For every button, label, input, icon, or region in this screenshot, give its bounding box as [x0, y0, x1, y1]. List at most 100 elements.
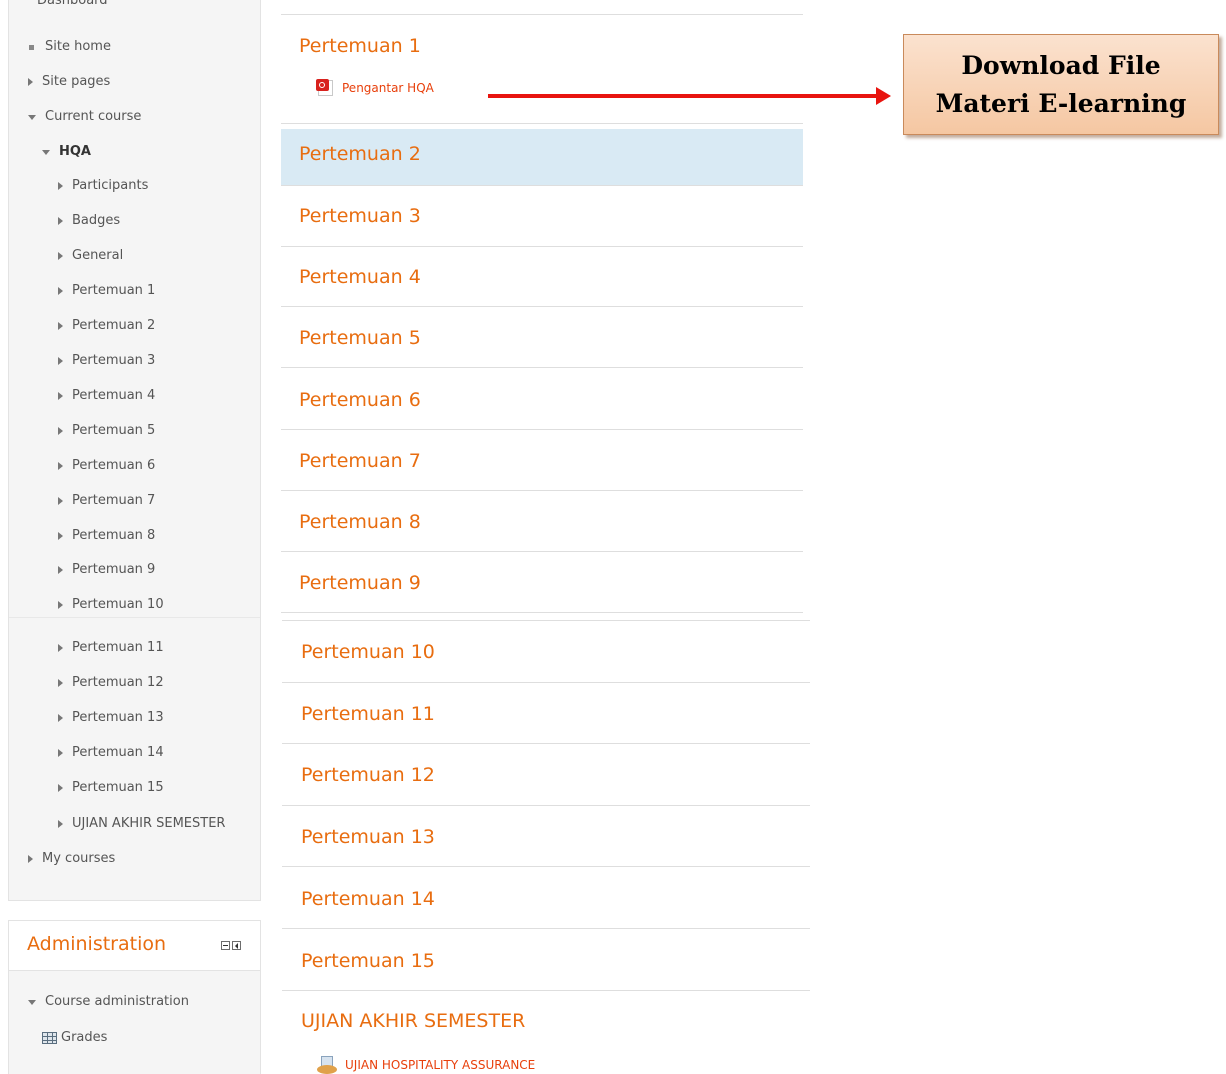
collapsed-triangle-icon — [58, 322, 63, 330]
nav-item-label: Pertemuan 7 — [72, 493, 156, 508]
section-divider — [281, 185, 803, 186]
section-title-pertemuan-12[interactable]: Pertemuan 12 — [301, 764, 435, 786]
nav-item-pertemuan-13[interactable]: Pertemuan 13 — [58, 708, 164, 728]
expanded-triangle-icon — [28, 114, 36, 120]
pdf-icon — [316, 79, 333, 96]
admin-item-course-administration[interactable]: Course administration — [28, 992, 189, 1012]
collapse-block-icon[interactable] — [221, 941, 230, 950]
nav-item-pertemuan-14[interactable]: Pertemuan 14 — [58, 743, 164, 763]
collapsed-triangle-icon — [58, 462, 63, 470]
nav-item-pertemuan-5[interactable]: Pertemuan 5 — [58, 421, 155, 441]
nav-item-label: Pertemuan 1 — [72, 283, 156, 298]
section-title-pertemuan-5[interactable]: Pertemuan 5 — [299, 327, 421, 349]
section-title-pertemuan-14[interactable]: Pertemuan 14 — [301, 888, 435, 910]
section-title-pertemuan-2[interactable]: Pertemuan 2 — [299, 143, 421, 165]
nav-item-pertemuan-9[interactable]: Pertemuan 9 — [58, 560, 155, 580]
nav-item-general[interactable]: General — [58, 246, 123, 266]
admin-item-label: Grades — [61, 1030, 108, 1045]
nav-item-pertemuan-15[interactable]: Pertemuan 15 — [58, 778, 164, 798]
section-title-pertemuan-3[interactable]: Pertemuan 3 — [299, 205, 421, 227]
collapsed-triangle-icon — [58, 601, 63, 609]
nav-item-my-courses[interactable]: My courses — [28, 849, 115, 869]
activity-label: Pengantar HQA — [342, 81, 434, 95]
nav-item-label: Pertemuan 5 — [72, 423, 156, 438]
callout-line-2: Materi E-learning — [935, 88, 1187, 118]
section-divider — [281, 612, 803, 613]
admin-item-grades[interactable]: Grades — [42, 1028, 107, 1048]
section-title-pertemuan-7[interactable]: Pertemuan 7 — [299, 450, 421, 472]
nav-item-participants[interactable]: Participants — [58, 176, 148, 196]
nav-item-pertemuan-2[interactable]: Pertemuan 2 — [58, 316, 155, 336]
nav-item-label: Participants — [72, 178, 149, 193]
section-title-pertemuan-15[interactable]: Pertemuan 15 — [301, 950, 435, 972]
nav-item-current-course[interactable]: Current course — [28, 107, 141, 127]
section-title-pertemuan-10[interactable]: Pertemuan 10 — [301, 641, 435, 663]
section-title-pertemuan-11[interactable]: Pertemuan 11 — [301, 703, 435, 725]
nav-item-label: Pertemuan 12 — [72, 675, 164, 690]
expanded-triangle-icon — [42, 149, 50, 155]
block-controls — [221, 941, 241, 950]
nav-item-badges[interactable]: Badges — [58, 211, 120, 231]
collapsed-triangle-icon — [58, 566, 63, 574]
section-divider — [282, 928, 810, 929]
nav-item-label: Pertemuan 15 — [72, 780, 164, 795]
section-title-pertemuan-13[interactable]: Pertemuan 13 — [301, 826, 435, 848]
nav-item-pertemuan-10[interactable]: Pertemuan 10 — [58, 595, 164, 615]
collapsed-triangle-icon — [58, 427, 63, 435]
quiz-icon — [317, 1056, 337, 1074]
collapsed-triangle-icon — [58, 644, 63, 652]
section-divider — [282, 990, 810, 991]
collapsed-triangle-icon — [58, 784, 63, 792]
section-title-pertemuan-9[interactable]: Pertemuan 9 — [299, 572, 421, 594]
bullet-icon — [29, 44, 34, 50]
section-title-pertemuan-6[interactable]: Pertemuan 6 — [299, 389, 421, 411]
callout-line-1: Download File — [961, 50, 1161, 80]
section-title-pertemuan-1[interactable]: Pertemuan 1 — [299, 35, 421, 57]
nav-item-pertemuan-1[interactable]: Pertemuan 1 — [58, 281, 155, 301]
collapsed-triangle-icon — [58, 287, 63, 295]
section-title-pertemuan-4[interactable]: Pertemuan 4 — [299, 266, 421, 288]
nav-item-label: Site pages — [42, 74, 111, 89]
collapsed-triangle-icon — [58, 357, 63, 365]
nav-item-hqa[interactable]: HQA — [42, 142, 91, 162]
nav-item-label: Badges — [72, 213, 121, 228]
navigation-block: Dashboard — [8, 0, 261, 901]
activity-link[interactable]: UJIAN HOSPITALITY ASSURANCE — [317, 1056, 535, 1074]
administration-header: Administration — [9, 921, 260, 971]
nav-item-label: Pertemuan 2 — [72, 318, 156, 333]
nav-item-label: Pertemuan 6 — [72, 458, 156, 473]
nav-item-pertemuan-12[interactable]: Pertemuan 12 — [58, 673, 164, 693]
nav-item-label: UJIAN AKHIR SEMESTER — [72, 816, 226, 831]
section-divider — [282, 682, 810, 683]
nav-item-label: My courses — [42, 851, 116, 866]
nav-item-label: Pertemuan 10 — [72, 597, 164, 612]
nav-item-label: Pertemuan 8 — [72, 528, 156, 543]
section-divider — [281, 123, 803, 124]
collapsed-triangle-icon — [58, 217, 63, 225]
grades-icon — [42, 1032, 57, 1044]
collapsed-triangle-icon — [58, 532, 63, 540]
nav-item-site-pages[interactable]: Site pages — [28, 72, 110, 92]
nav-item-pertemuan-11[interactable]: Pertemuan 11 — [58, 638, 164, 658]
nav-item-ujian-akhir-semester[interactable]: UJIAN AKHIR SEMESTER — [58, 814, 225, 834]
section-title-ujian-akhir-semester[interactable]: UJIAN AKHIR SEMESTER — [301, 1010, 525, 1032]
collapsed-triangle-icon — [58, 679, 63, 687]
dock-block-icon[interactable] — [232, 941, 241, 950]
nav-item-site-home[interactable]: Site home — [28, 37, 111, 57]
section-title-pertemuan-8[interactable]: Pertemuan 8 — [299, 511, 421, 533]
admin-item-label: Course administration — [45, 994, 189, 1009]
nav-item-dashboard[interactable]: Dashboard — [37, 0, 108, 14]
nav-item-pertemuan-6[interactable]: Pertemuan 6 — [58, 456, 155, 476]
nav-item-pertemuan-3[interactable]: Pertemuan 3 — [58, 351, 155, 371]
nav-item-label: Pertemuan 13 — [72, 710, 164, 725]
section-divider — [282, 805, 810, 806]
activity-link[interactable]: Pengantar HQA — [316, 79, 434, 96]
annotation-callout: Download File Materi E-learning — [903, 34, 1219, 135]
nav-item-label: Pertemuan 9 — [72, 562, 156, 577]
nav-item-label: Pertemuan 3 — [72, 353, 156, 368]
administration-title: Administration — [27, 933, 167, 955]
nav-item-pertemuan-8[interactable]: Pertemuan 8 — [58, 526, 155, 546]
collapsed-triangle-icon — [58, 392, 63, 400]
nav-item-pertemuan-4[interactable]: Pertemuan 4 — [58, 386, 155, 406]
nav-item-pertemuan-7[interactable]: Pertemuan 7 — [58, 491, 155, 511]
